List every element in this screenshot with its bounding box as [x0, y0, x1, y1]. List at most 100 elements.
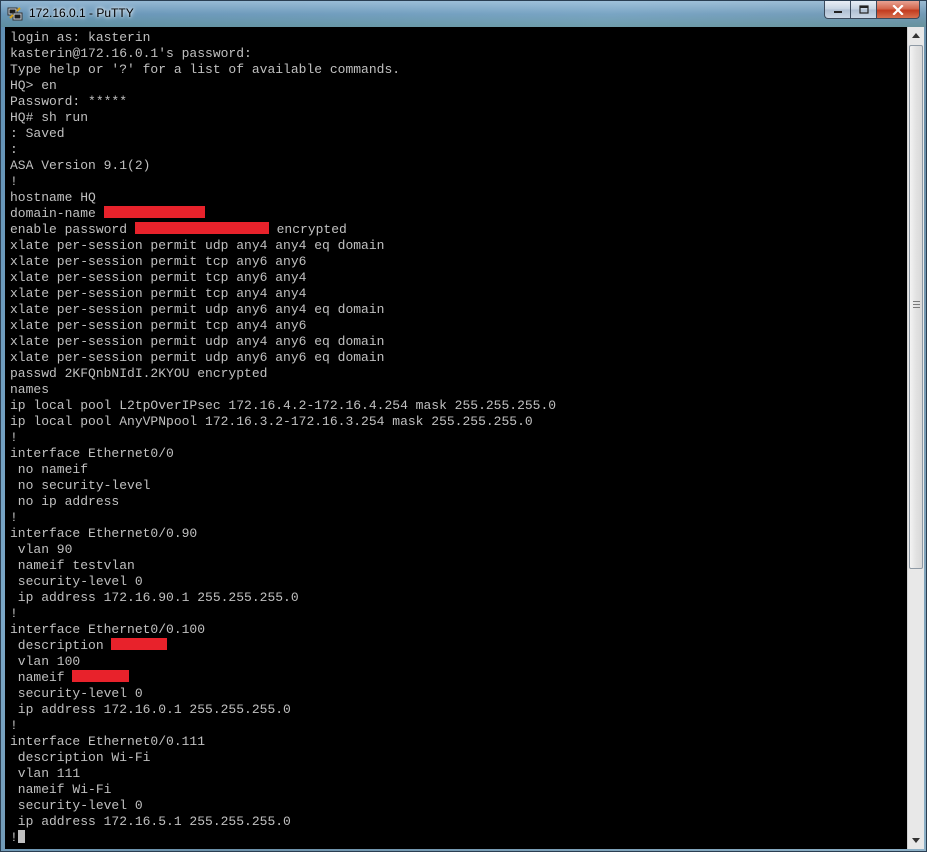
terminal-line-text: ip local pool AnyVPNpool 172.16.3.2-172.… [10, 414, 533, 429]
terminal-line-text: Type help or '?' for a list of available… [10, 62, 401, 77]
terminal-line: xlate per-session permit tcp any6 any6 [10, 254, 556, 270]
terminal-line-text: hostname HQ [10, 190, 96, 205]
terminal-line-text: login as: kasterin [10, 30, 151, 45]
terminal-line-text: ! [10, 718, 18, 733]
scrollbar-thumb[interactable] [909, 45, 923, 569]
terminal-line: ! [10, 510, 556, 526]
terminal-line: nameif [10, 670, 556, 686]
terminal-line-text: xlate per-session permit udp any6 any6 e… [10, 350, 385, 365]
terminal-line: HQ> en [10, 78, 556, 94]
terminal-line: ! [10, 174, 556, 190]
terminal-line: xlate per-session permit udp any4 any4 e… [10, 238, 556, 254]
terminal-line-text: xlate per-session permit udp any6 any4 e… [10, 302, 385, 317]
scroll-up-button[interactable] [908, 27, 924, 44]
terminal-line-text: ! [10, 510, 18, 525]
close-button[interactable] [876, 1, 920, 19]
terminal-line-text: ! [10, 174, 18, 189]
minimize-button[interactable] [824, 1, 850, 19]
redaction-block [111, 638, 168, 650]
arrow-down-icon [912, 838, 920, 843]
terminal-line-text: nameif testvlan [10, 558, 135, 573]
terminal-line-suffix: encrypted [268, 222, 347, 237]
terminal-line: domain-name [10, 206, 556, 222]
terminal-line: Password: ***** [10, 94, 556, 110]
terminal-line: interface Ethernet0/0.100 [10, 622, 556, 638]
terminal-line-text: kasterin@172.16.0.1's password: [10, 46, 252, 61]
terminal-line-text: vlan 90 [10, 542, 73, 557]
terminal-line-text: xlate per-session permit tcp any6 any4 [10, 270, 307, 285]
terminal-line-text: ! [10, 606, 18, 621]
window-controls [824, 1, 920, 20]
terminal-line-text: interface Ethernet0/0 [10, 446, 174, 461]
terminal-line: kasterin@172.16.0.1's password: [10, 46, 556, 62]
terminal-line: ip address 172.16.0.1 255.255.255.0 [10, 702, 556, 718]
maximize-button[interactable] [850, 1, 876, 19]
terminal-line: no ip address [10, 494, 556, 510]
terminal-line-text: ip local pool L2tpOverIPsec 172.16.4.2-1… [10, 398, 557, 413]
terminal-line: nameif Wi-Fi [10, 782, 556, 798]
terminal-line-text: HQ> en [10, 78, 57, 93]
terminal-line: ! [10, 718, 556, 734]
terminal-line-text: enable password [10, 222, 135, 237]
terminal-line-text: vlan 100 [10, 654, 81, 669]
terminal-area[interactable]: login as: kasterin kasterin@172.16.0.1's … [5, 27, 907, 849]
terminal-line-text: description [10, 638, 112, 653]
terminal-line: Type help or '?' for a list of available… [10, 62, 556, 78]
title-bar[interactable]: 172.16.0.1 - PuTTY [1, 1, 926, 27]
terminal-line-text: xlate per-session permit tcp any4 any6 [10, 318, 307, 333]
terminal-line-text: : Saved [10, 126, 65, 141]
terminal-line: security-level 0 [10, 686, 556, 702]
terminal-line-text: no nameif [10, 462, 89, 477]
terminal-line: security-level 0 [10, 798, 556, 814]
terminal-line-text: no security-level [10, 478, 151, 493]
terminal-line-text: passwd 2KFQnbNIdI.2KYOU encrypted [10, 366, 268, 381]
terminal-line: xlate per-session permit tcp any6 any4 [10, 270, 556, 286]
terminal-line-text: : [10, 142, 18, 157]
terminal-line-text: nameif Wi-Fi [10, 782, 112, 797]
terminal-line-text: ! [10, 830, 18, 845]
terminal-line: xlate per-session permit udp any4 any6 e… [10, 334, 556, 350]
terminal-line-text: ASA Version 9.1(2) [10, 158, 151, 173]
close-icon [892, 4, 904, 15]
terminal-line: : Saved [10, 126, 556, 142]
redaction-block [103, 206, 205, 218]
text-cursor [17, 830, 25, 843]
terminal-line-text: xlate per-session permit udp any4 any4 e… [10, 238, 385, 253]
terminal-line-text: interface Ethernet0/0.100 [10, 622, 206, 637]
terminal-line-text: description Wi-Fi [10, 750, 151, 765]
terminal-line-text: nameif [10, 670, 73, 685]
terminal-line-text: ip address 172.16.90.1 255.255.255.0 [10, 590, 299, 605]
redaction-block [134, 222, 269, 234]
terminal-line: vlan 90 [10, 542, 556, 558]
terminal-line: : [10, 142, 556, 158]
terminal-line: vlan 111 [10, 766, 556, 782]
terminal-line: vlan 100 [10, 654, 556, 670]
terminal-line: description [10, 638, 556, 654]
terminal-line-text: names [10, 382, 50, 397]
terminal-line-text: interface Ethernet0/0.90 [10, 526, 198, 541]
terminal-line-text: ip address 172.16.0.1 255.255.255.0 [10, 702, 291, 717]
redaction-block [72, 670, 130, 682]
terminal-line: ! [10, 606, 556, 622]
terminal-line-text: ! [10, 430, 18, 445]
terminal-line-text: security-level 0 [10, 574, 143, 589]
terminal-line-text: xlate per-session permit tcp any6 any6 [10, 254, 307, 269]
scroll-down-button[interactable] [908, 832, 924, 849]
terminal-line-text: xlate per-session permit tcp any4 any4 [10, 286, 307, 301]
terminal-line-text: interface Ethernet0/0.111 [10, 734, 206, 749]
terminal-line: interface Ethernet0/0 [10, 446, 556, 462]
maximize-icon [858, 5, 869, 14]
terminal-line: enable password encrypted [10, 222, 556, 238]
terminal-line-text: no ip address [10, 494, 120, 509]
terminal-line-text: ip address 172.16.5.1 255.255.255.0 [10, 814, 291, 829]
terminal-line: no nameif [10, 462, 556, 478]
terminal-line: names [10, 382, 556, 398]
terminal-line: hostname HQ [10, 190, 556, 206]
vertical-scrollbar[interactable] [907, 27, 924, 849]
putty-icon[interactable] [7, 6, 23, 22]
terminal-line-text: HQ# sh run [10, 110, 89, 125]
terminal-line: description Wi-Fi [10, 750, 556, 766]
terminal-line: interface Ethernet0/0.111 [10, 734, 556, 750]
terminal-line: no security-level [10, 478, 556, 494]
terminal-line: ip address 172.16.5.1 255.255.255.0 [10, 814, 556, 830]
